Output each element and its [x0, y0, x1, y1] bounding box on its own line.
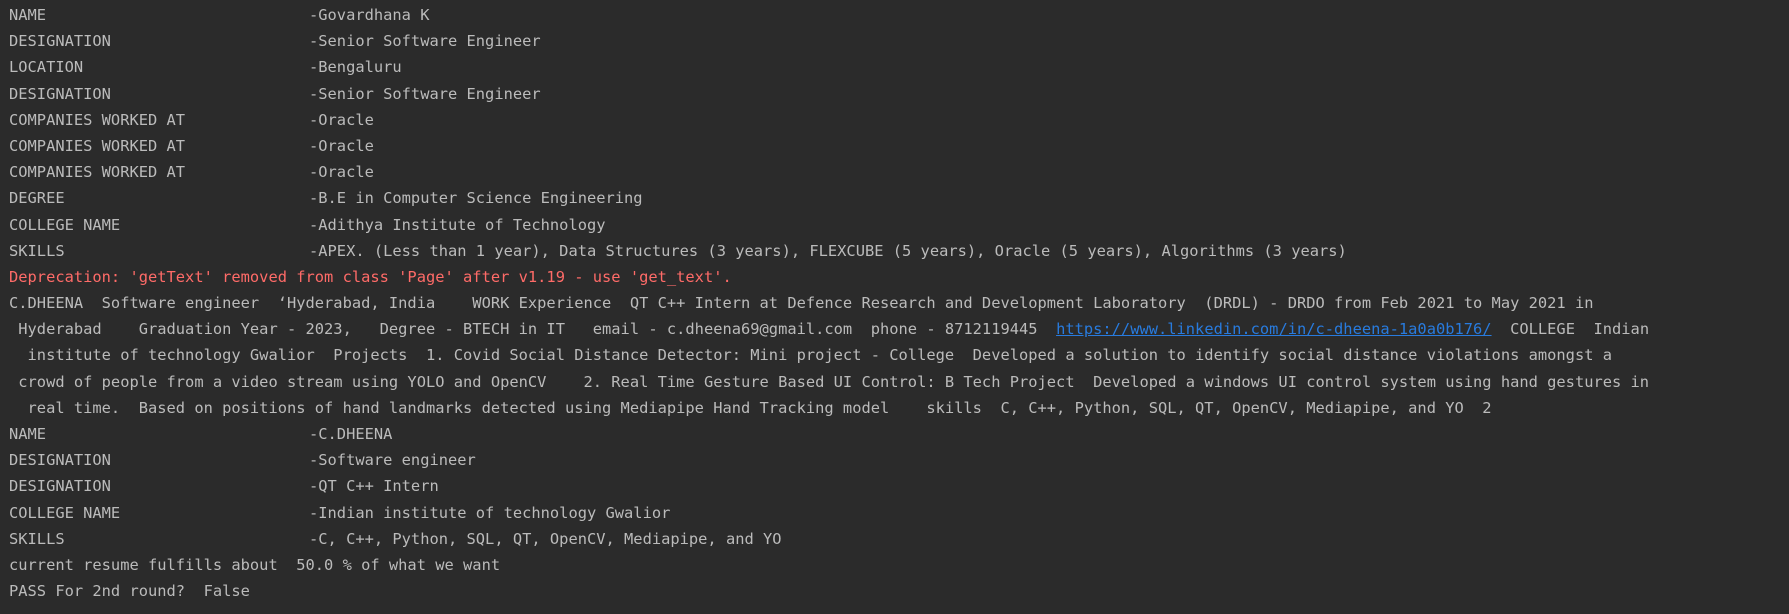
- output-line: COLLEGE NAME -Indian institute of technol…: [9, 500, 1789, 526]
- resume-text-line: crowd of people from a video stream usin…: [9, 372, 1650, 391]
- field-key: NAME: [9, 6, 47, 24]
- field-key: COMPANIES WORKED AT: [9, 110, 186, 129]
- fulfillment-summary: current resume fulfills about 50.0 % of …: [9, 555, 501, 574]
- field-value: -QT C++ Intern: [309, 477, 439, 496]
- field-value: -Senior Software Engineer: [309, 84, 541, 103]
- resume-text-line: institute of technology Gwalior Projects…: [9, 346, 1613, 365]
- output-line: SKILLS -C, C++, Python, SQL, QT, OpenCV, …: [9, 526, 1789, 552]
- field-value: -Oracle: [309, 136, 374, 155]
- field-key: DESIGNATION: [9, 477, 111, 496]
- field-key: NAME: [9, 425, 47, 443]
- output-line: DESIGNATION -Senior Software Engineer: [9, 81, 1789, 107]
- output-line: DESIGNATION -Senior Software Engineer: [9, 28, 1789, 54]
- field-value: -Adithya Institute of Technology: [309, 215, 606, 234]
- field-value: -Bengaluru: [309, 58, 402, 77]
- field-key: SKILLS: [9, 241, 65, 260]
- output-line: LOCATION -Bengaluru: [9, 54, 1789, 80]
- field-key: DESIGNATION: [9, 32, 111, 51]
- linkedin-link[interactable]: https://www.linkedin.com/in/c-dheena-1a0…: [1056, 320, 1492, 338]
- output-line: COMPANIES WORKED AT -Oracle: [9, 133, 1789, 159]
- output-line: COLLEGE NAME -Adithya Institute of Techno…: [9, 212, 1789, 238]
- field-key: COLLEGE NAME: [9, 503, 121, 522]
- field-value: -B.E in Computer Science Engineering: [309, 189, 643, 208]
- output-line: COMPANIES WORKED AT -Oracle: [9, 159, 1789, 185]
- field-value: -Oracle: [309, 163, 374, 182]
- field-value: -C, C++, Python, SQL, QT, OpenCV, Mediap…: [309, 529, 782, 548]
- field-key: LOCATION: [9, 58, 84, 77]
- field-value: -Oracle: [309, 110, 374, 129]
- field-key: DESIGNATION: [9, 84, 111, 103]
- output-line: NAME -Govardhana K: [9, 2, 1789, 28]
- resume-text-line: Hyderabad Graduation Year - 2023, Degree…: [9, 316, 1789, 342]
- resume-text-segment: COLLEGE Indian: [1491, 320, 1650, 339]
- output-line: DESIGNATION -Software engineer: [9, 447, 1789, 473]
- resume-text-line: real time. Based on positions of hand la…: [9, 398, 1492, 417]
- resume-text-segment: Hyderabad Graduation Year - 2023, Degree…: [9, 320, 1057, 339]
- output-line: NAME -C.DHEENA: [9, 421, 1789, 447]
- resume-text-line: C.DHEENA Software engineer ‘Hyderabad, I…: [9, 294, 1594, 313]
- field-value: -APEX. (Less than 1 year), Data Structur…: [309, 241, 1347, 260]
- field-key: COMPANIES WORKED AT: [9, 163, 186, 182]
- field-value: -Senior Software Engineer: [309, 32, 541, 51]
- field-key: DESIGNATION: [9, 451, 111, 470]
- field-value: -Govardhana K: [309, 6, 430, 24]
- deprecation-warning: Deprecation: 'getText' removed from clas…: [9, 267, 732, 286]
- field-key: COLLEGE NAME: [9, 215, 121, 234]
- field-key: SKILLS: [9, 529, 65, 548]
- output-line: DEGREE -B.E in Computer Science Engineeri…: [9, 185, 1789, 211]
- field-value: -Software engineer: [309, 451, 476, 470]
- field-key: COMPANIES WORKED AT: [9, 136, 186, 155]
- output-line: SKILLS -APEX. (Less than 1 year), Data St…: [9, 238, 1789, 264]
- output-line: COMPANIES WORKED AT -Oracle: [9, 107, 1789, 133]
- field-value: -C.DHEENA: [309, 425, 393, 443]
- pass-result: PASS For 2nd round? False: [9, 582, 250, 601]
- field-value: -Indian institute of technology Gwalior: [309, 503, 671, 522]
- run-console-output: NAME -Govardhana K DESIGNATION -Senior Sof…: [0, 0, 1789, 614]
- output-line: DESIGNATION -QT C++ Intern: [9, 473, 1789, 499]
- field-key: DEGREE: [9, 189, 65, 208]
